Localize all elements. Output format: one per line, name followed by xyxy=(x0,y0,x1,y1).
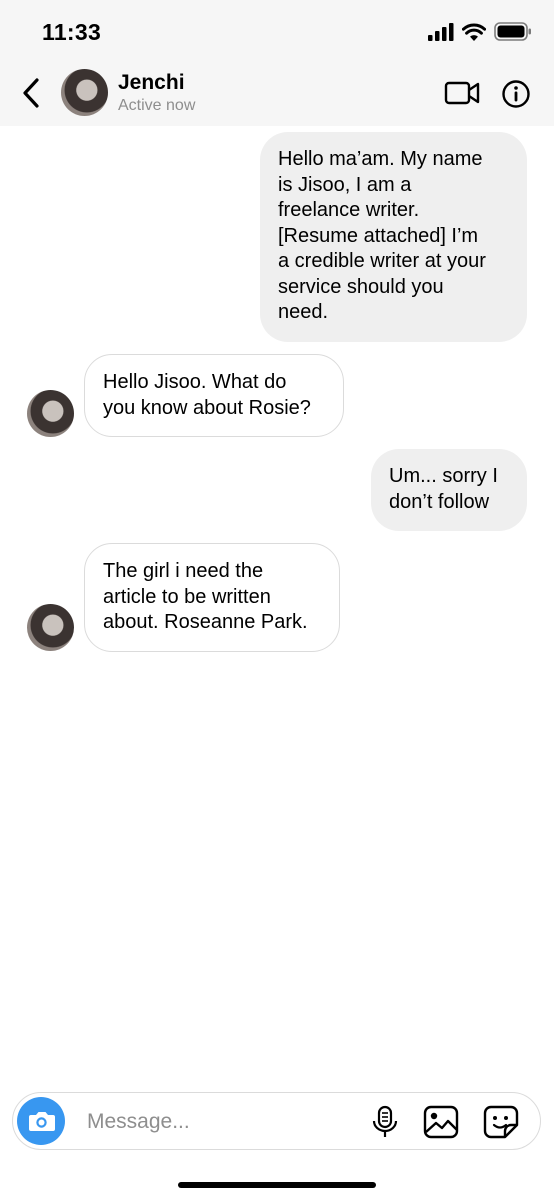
cellular-signal-icon xyxy=(428,22,454,41)
message-line: freelance writer. xyxy=(278,199,420,221)
microphone-icon[interactable] xyxy=(370,1105,400,1139)
battery-icon xyxy=(494,22,531,41)
message-bubble-incoming[interactable]: Hello Jisoo. What do you know about Rosi… xyxy=(84,354,344,437)
camera-button[interactable] xyxy=(17,1097,65,1145)
image-gallery-icon[interactable] xyxy=(423,1105,459,1139)
message-line: you know about Rosie? xyxy=(103,396,311,419)
contact-name[interactable]: Jenchi xyxy=(118,71,185,95)
top-bar: 11:33 Jenchi Active now xyxy=(0,0,554,126)
message-line: Hello Jisoo. What do xyxy=(103,371,287,393)
message-line: article to be written xyxy=(103,585,271,608)
wifi-icon xyxy=(462,23,486,41)
message-line: Hello ma’am. My name xyxy=(278,148,483,170)
message-bubble-incoming[interactable]: The girl i need the article to be writte… xyxy=(84,543,340,652)
message-line: don’t follow xyxy=(389,490,490,513)
camera-icon xyxy=(29,1112,55,1131)
status-icons xyxy=(428,22,532,41)
message-bubble-outgoing[interactable]: Um... sorry I don’t follow xyxy=(371,449,527,531)
sender-avatar[interactable] xyxy=(27,604,74,651)
message-composer xyxy=(12,1092,541,1150)
video-call-button[interactable] xyxy=(444,80,480,106)
message-bubble-outgoing[interactable]: Hello ma’am. My name is Jisoo, I am a fr… xyxy=(260,132,527,342)
message-line: service should you xyxy=(278,275,444,298)
chat-header: Jenchi Active now xyxy=(0,60,554,126)
message-line: a credible writer at your xyxy=(278,250,486,272)
contact-status: Active now xyxy=(118,97,196,114)
message-line: [Resume attached] I’m xyxy=(278,224,479,247)
message-line: need. xyxy=(278,301,329,323)
back-button[interactable] xyxy=(18,76,46,110)
message-line: is Jisoo, I am a xyxy=(278,173,412,196)
sender-avatar[interactable] xyxy=(27,390,74,437)
info-button[interactable] xyxy=(501,79,531,109)
sticker-icon[interactable] xyxy=(483,1105,519,1139)
home-indicator[interactable] xyxy=(178,1182,376,1188)
message-line: about. Roseanne Park. xyxy=(103,611,308,633)
status-bar: 11:33 xyxy=(0,0,554,60)
message-line: Um... sorry I xyxy=(389,465,498,487)
status-time: 11:33 xyxy=(42,19,102,45)
contact-avatar[interactable] xyxy=(61,69,108,116)
message-line: The girl i need the xyxy=(103,560,264,582)
message-input[interactable] xyxy=(85,1104,349,1140)
